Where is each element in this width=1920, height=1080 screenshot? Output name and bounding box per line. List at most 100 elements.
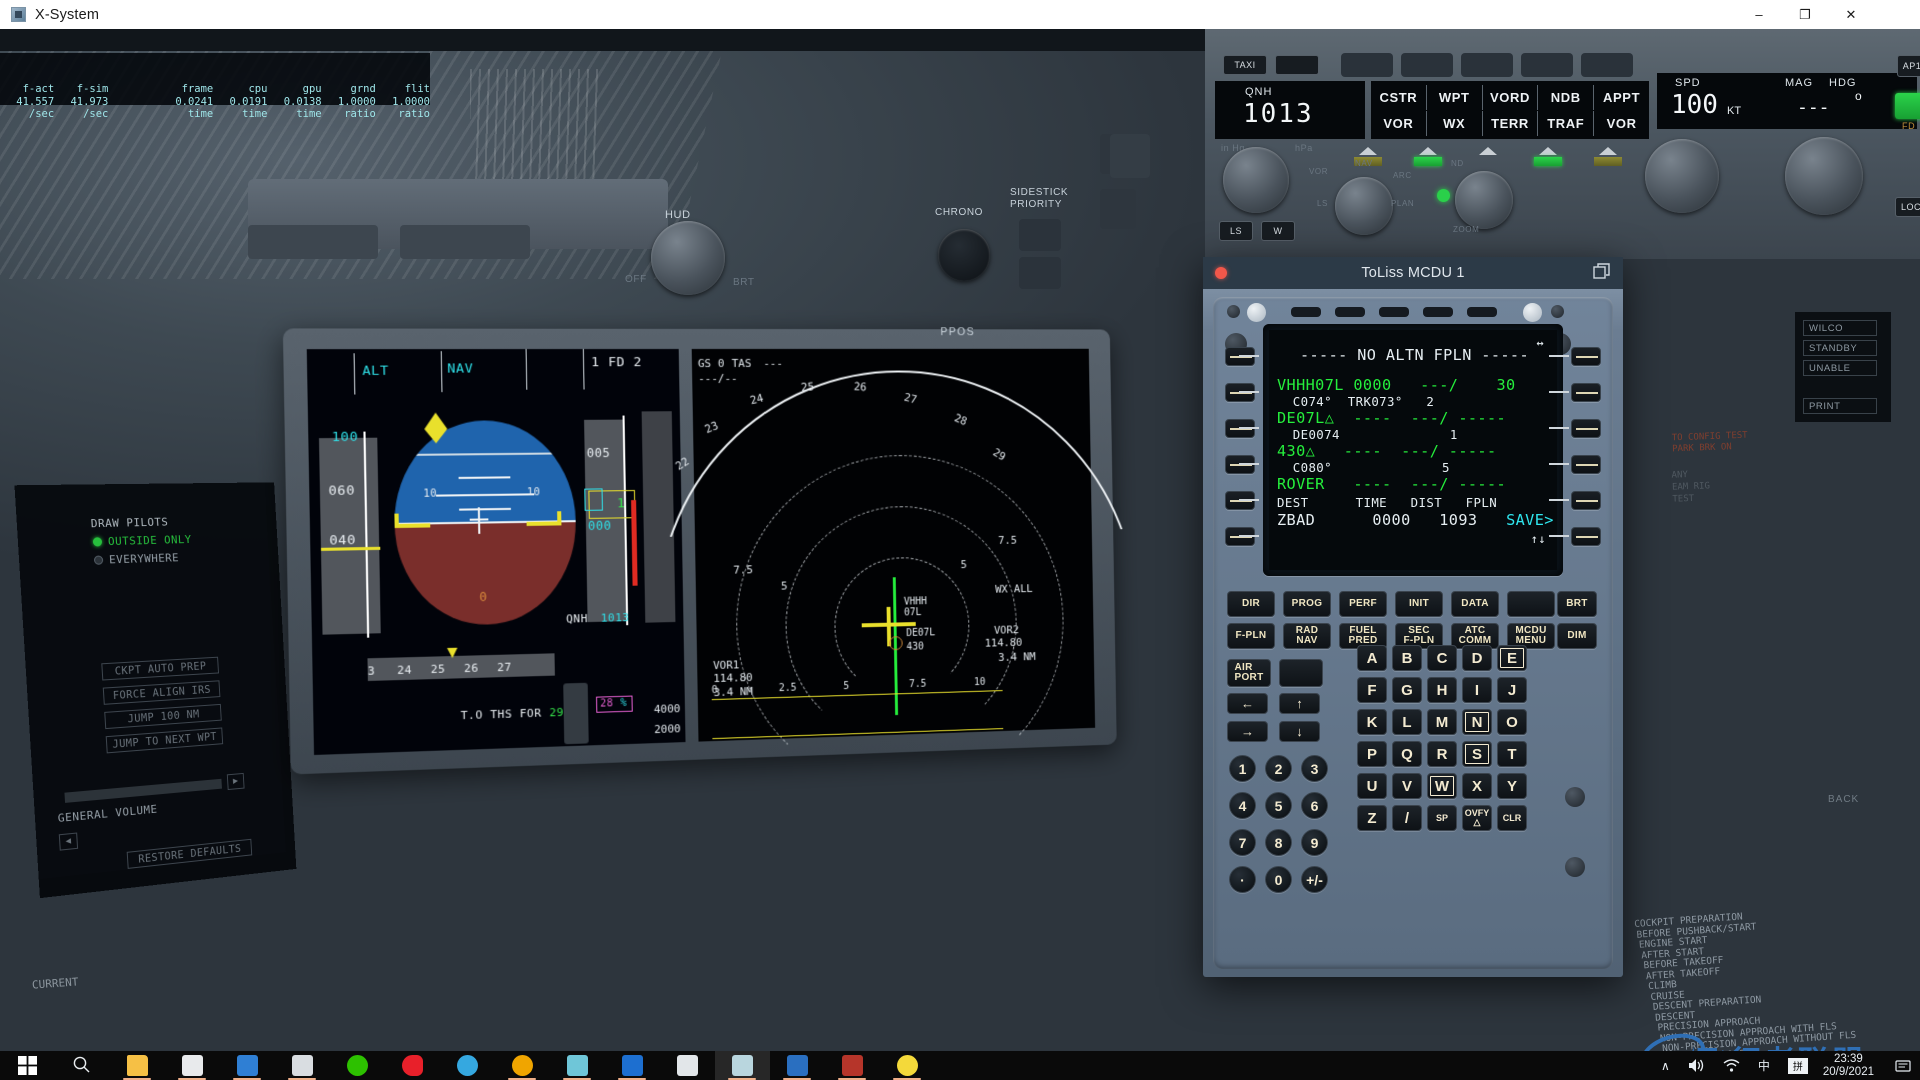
key-b[interactable]: B: [1392, 645, 1422, 671]
glareshield-button-b[interactable]: [400, 225, 530, 259]
key-c[interactable]: C: [1427, 645, 1457, 671]
arrow-down-button[interactable]: ↓: [1279, 721, 1320, 742]
taskbar-chrome-icon[interactable]: [495, 1051, 550, 1080]
taskbar-winrar-icon[interactable]: [825, 1051, 880, 1080]
key-p[interactable]: P: [1357, 741, 1387, 767]
atc-print-button[interactable]: PRINT: [1803, 398, 1877, 414]
efis-cell-vord[interactable]: VORD: [1481, 85, 1538, 110]
key-z[interactable]: Z: [1357, 805, 1387, 831]
lsk-r5-button[interactable]: [1571, 491, 1601, 510]
arrow-right-button[interactable]: →: [1227, 721, 1268, 742]
general-volume-slider[interactable]: [64, 778, 222, 803]
efis-cell-vor[interactable]: VOR: [1371, 111, 1426, 136]
efis-toggle-vord[interactable]: [1461, 53, 1513, 77]
volume-decrease-button[interactable]: ◀: [58, 832, 79, 851]
key-clr[interactable]: CLR: [1497, 805, 1527, 831]
key-n[interactable]: N: [1462, 709, 1492, 735]
restore-defaults-button[interactable]: RESTORE DEFAULTS: [126, 838, 253, 869]
fn-key-data[interactable]: DATA: [1451, 591, 1499, 617]
efis-cell-appt[interactable]: APPT: [1593, 85, 1649, 110]
sidestick-light-capt[interactable]: [1019, 219, 1061, 251]
glareshield-button-a[interactable]: [248, 225, 378, 259]
num-key-1[interactable]: 1: [1229, 755, 1256, 782]
ap1-button[interactable]: AP1: [1897, 55, 1920, 77]
key-k[interactable]: K: [1357, 709, 1387, 735]
taskbar-microsoft-store-icon[interactable]: [165, 1051, 220, 1080]
lsk-r3-button[interactable]: [1571, 419, 1601, 438]
taskbar-news-icon[interactable]: [275, 1051, 330, 1080]
ime-mode-icon[interactable]: 拼: [1779, 1051, 1817, 1080]
radio-outside-only[interactable]: [92, 537, 103, 547]
taskbar-clock[interactable]: 23:39 20/9/2021: [1817, 1053, 1886, 1079]
lsk-r6-button[interactable]: [1571, 527, 1601, 546]
maximize-button[interactable]: ❐: [1782, 0, 1828, 29]
mcdu-top-button-3[interactable]: [1379, 307, 1409, 317]
num-key-8[interactable]: 8: [1265, 829, 1292, 856]
atc-unable-button[interactable]: UNABLE: [1803, 360, 1877, 376]
arrow-up-button[interactable]: ↑: [1279, 693, 1320, 714]
taskbar-telegram-icon[interactable]: [440, 1051, 495, 1080]
taskbar-opera-icon[interactable]: [385, 1051, 440, 1080]
taskbar-photos-icon[interactable]: [770, 1051, 825, 1080]
key-sp[interactable]: SP: [1427, 805, 1457, 831]
radio-everywhere[interactable]: [93, 555, 104, 565]
key-g[interactable]: G: [1392, 677, 1422, 703]
close-button[interactable]: ✕: [1828, 0, 1874, 29]
key-m[interactable]: M: [1427, 709, 1457, 735]
num-key-0[interactable]: 0: [1265, 866, 1292, 893]
num-key-3[interactable]: 3: [1301, 755, 1328, 782]
key-r[interactable]: R: [1427, 741, 1457, 767]
efis-cell-wpt[interactable]: WPT: [1425, 85, 1482, 110]
efis-cell-terr[interactable]: TERR: [1481, 111, 1538, 136]
key-j[interactable]: J: [1497, 677, 1527, 703]
key-t[interactable]: T: [1497, 741, 1527, 767]
lsk-r2-button[interactable]: [1571, 383, 1601, 402]
loc-button[interactable]: LOC: [1895, 197, 1920, 217]
volume-increase-button[interactable]: ▶: [226, 772, 245, 791]
fn-key-rad-nav[interactable]: RAD NAV: [1283, 623, 1331, 649]
mcdu-blank-button[interactable]: [1279, 659, 1323, 687]
mcdu-top-button-2[interactable]: [1335, 307, 1365, 317]
lsk-r1-button[interactable]: [1571, 347, 1601, 366]
efis-cell-traf[interactable]: TRAF: [1537, 111, 1593, 136]
key-h[interactable]: H: [1427, 677, 1457, 703]
num-key-5[interactable]: 5: [1265, 792, 1292, 819]
atc-wilco-button[interactable]: WILCO: [1803, 320, 1877, 336]
efis-cell-cstr[interactable]: CSTR: [1371, 85, 1426, 110]
key-d[interactable]: D: [1462, 645, 1492, 671]
fcu-aux-button[interactable]: [1275, 55, 1319, 75]
num-key-2[interactable]: 2: [1265, 755, 1292, 782]
num-key-xxx[interactable]: +/-: [1301, 866, 1328, 893]
hud-brightness-knob[interactable]: [651, 221, 725, 295]
key-s[interactable]: S: [1462, 741, 1492, 767]
fn-key-prog[interactable]: PROG: [1283, 591, 1331, 617]
num-key-7[interactable]: 7: [1229, 829, 1256, 856]
mcdu-top-button-4[interactable]: [1423, 307, 1453, 317]
key-v[interactable]: V: [1392, 773, 1422, 799]
key-l[interactable]: L: [1392, 709, 1422, 735]
taskbar-start-icon[interactable]: [0, 1051, 55, 1080]
mcdu-titlebar[interactable]: ToLiss MCDU 1: [1203, 257, 1623, 289]
btn-jump-100nm[interactable]: JUMP 100 NM: [104, 703, 222, 730]
taskbar-mail-icon[interactable]: [220, 1051, 275, 1080]
mcdu-restore-icon[interactable]: [1593, 263, 1611, 281]
key-i[interactable]: I: [1462, 677, 1492, 703]
taskbar-settings-icon[interactable]: [660, 1051, 715, 1080]
fn-key-blank[interactable]: [1507, 591, 1555, 617]
fcu-bottom-button-w[interactable]: W: [1261, 221, 1295, 241]
key-u[interactable]: U: [1357, 773, 1387, 799]
key-w[interactable]: W: [1427, 773, 1457, 799]
key-x[interactable]: X: [1462, 773, 1492, 799]
taskbar-security-icon[interactable]: [605, 1051, 660, 1080]
efis-toggle-wpt[interactable]: [1401, 53, 1453, 77]
volume-icon[interactable]: [1679, 1051, 1714, 1080]
taskbar-file-explorer-icon[interactable]: [110, 1051, 165, 1080]
efis-cell-vor[interactable]: VOR: [1593, 111, 1649, 136]
btn-ckpt-auto-prep[interactable]: CKPT AUTO PREP: [101, 656, 220, 681]
minimize-button[interactable]: –: [1736, 0, 1782, 29]
num-key-9[interactable]: 9: [1301, 829, 1328, 856]
taskbar-x-plane-icon[interactable]: [715, 1051, 770, 1080]
taskbar-wechat-icon[interactable]: [330, 1051, 385, 1080]
arrow-left-button[interactable]: ←: [1227, 693, 1268, 714]
efis-toggle-appt[interactable]: [1581, 53, 1633, 77]
